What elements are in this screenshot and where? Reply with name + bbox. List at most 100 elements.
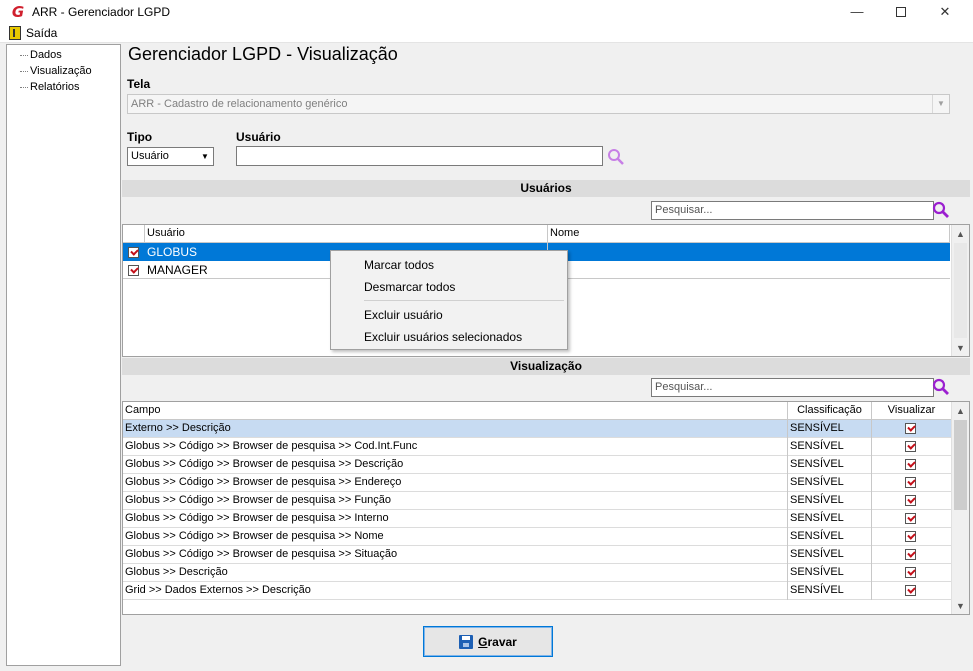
search-icon[interactable] bbox=[606, 148, 626, 166]
campo-cell: Globus >> Código >> Browser de pesquisa … bbox=[123, 546, 788, 564]
minimize-button[interactable]: — bbox=[834, 0, 880, 23]
chevron-down-icon[interactable]: ▼ bbox=[197, 148, 213, 165]
context-menu-item-excluir-usuario[interactable]: Excluir usuário bbox=[364, 305, 443, 325]
table-row[interactable]: Globus >> Código >> Browser de pesquisa … bbox=[123, 456, 952, 474]
page-title: Gerenciador LGPD - Visualização bbox=[128, 44, 398, 64]
tree-item-dados[interactable]: Dados bbox=[7, 47, 120, 63]
campo-cell: Globus >> Descrição bbox=[123, 564, 788, 582]
row-checkbox[interactable] bbox=[128, 247, 139, 258]
classificacao-cell: SENSÍVEL bbox=[788, 582, 872, 600]
maximize-button[interactable] bbox=[878, 0, 924, 23]
tipo-select[interactable]: Usuário ▼ bbox=[127, 147, 214, 166]
tela-label: Tela bbox=[127, 77, 151, 91]
users-section-header: Usuários bbox=[122, 180, 970, 197]
fields-vertical-scrollbar[interactable]: ▲ ▼ bbox=[951, 402, 969, 614]
navigation-tree: Dados Visualização Relatórios bbox=[6, 44, 121, 666]
visualizar-checkbox[interactable] bbox=[905, 477, 916, 488]
table-row[interactable]: Externo >> Descrição SENSÍVEL bbox=[123, 420, 952, 438]
classificacao-cell: SENSÍVEL bbox=[788, 420, 872, 438]
save-button[interactable]: Gravar bbox=[423, 626, 553, 657]
scroll-down-icon[interactable]: ▼ bbox=[952, 339, 969, 356]
exit-door-icon[interactable] bbox=[9, 25, 21, 40]
users-search-input[interactable]: Pesquisar... bbox=[651, 201, 934, 220]
campo-cell: Globus >> Código >> Browser de pesquisa … bbox=[123, 456, 788, 474]
visualizar-cell bbox=[872, 456, 952, 474]
scroll-up-icon[interactable]: ▲ bbox=[952, 402, 969, 419]
table-row[interactable]: Globus >> Código >> Browser de pesquisa … bbox=[123, 528, 952, 546]
campo-cell: Globus >> Código >> Browser de pesquisa … bbox=[123, 492, 788, 510]
fields-search-input[interactable]: Pesquisar... bbox=[651, 378, 934, 397]
visualizar-cell bbox=[872, 564, 952, 582]
classificacao-cell: SENSÍVEL bbox=[788, 438, 872, 456]
search-icon[interactable] bbox=[931, 201, 951, 219]
menu-bar: Saída bbox=[0, 23, 973, 43]
campo-cell: Globus >> Código >> Browser de pesquisa … bbox=[123, 474, 788, 492]
table-row[interactable]: Globus >> Código >> Browser de pesquisa … bbox=[123, 474, 952, 492]
visualizar-checkbox[interactable] bbox=[905, 531, 916, 542]
campo-cell: Externo >> Descrição bbox=[123, 420, 788, 438]
table-row[interactable]: Grid >> Dados Externos >> Descrição SENS… bbox=[123, 582, 952, 600]
classificacao-cell: SENSÍVEL bbox=[788, 492, 872, 510]
campo-cell: Globus >> Código >> Browser de pesquisa … bbox=[123, 510, 788, 528]
visualizar-cell bbox=[872, 582, 952, 600]
table-row[interactable]: Globus >> Código >> Browser de pesquisa … bbox=[123, 438, 952, 456]
visualizar-checkbox[interactable] bbox=[905, 441, 916, 452]
visualizar-cell bbox=[872, 546, 952, 564]
visualizar-checkbox[interactable] bbox=[905, 495, 916, 506]
save-button-label: ravar bbox=[487, 634, 517, 649]
tree-item-relatorios[interactable]: Relatórios bbox=[7, 79, 120, 95]
context-menu-item-excluir-selecionados[interactable]: Excluir usuários selecionados bbox=[364, 327, 522, 347]
classificacao-cell: SENSÍVEL bbox=[788, 546, 872, 564]
tela-select[interactable]: ARR - Cadastro de relacionamento genéric… bbox=[127, 94, 950, 114]
floppy-disk-icon bbox=[459, 634, 474, 649]
visualizar-checkbox[interactable] bbox=[905, 459, 916, 470]
context-menu-item-desmarcar-todos[interactable]: Desmarcar todos bbox=[364, 277, 455, 297]
close-button[interactable]: ✕ bbox=[922, 0, 968, 23]
users-grid-header: Usuário Nome bbox=[123, 225, 950, 243]
column-header-nome[interactable]: Nome bbox=[548, 225, 950, 243]
fields-section-header: Visualização bbox=[122, 358, 970, 375]
visualizar-checkbox[interactable] bbox=[905, 567, 916, 578]
visualizar-cell bbox=[872, 528, 952, 546]
column-header-usuario[interactable]: Usuário bbox=[145, 225, 548, 243]
column-header-campo[interactable]: Campo bbox=[123, 402, 788, 420]
search-icon[interactable] bbox=[931, 378, 951, 396]
title-bar: G ARR - Gerenciador LGPD — ✕ bbox=[0, 0, 973, 23]
visualizar-cell bbox=[872, 420, 952, 438]
column-header-check bbox=[123, 225, 145, 243]
classificacao-cell: SENSÍVEL bbox=[788, 510, 872, 528]
visualizar-checkbox[interactable] bbox=[905, 513, 916, 524]
row-checkbox[interactable] bbox=[128, 265, 139, 276]
campo-cell: Grid >> Dados Externos >> Descrição bbox=[123, 582, 788, 600]
classificacao-cell: SENSÍVEL bbox=[788, 528, 872, 546]
visualizar-cell bbox=[872, 510, 952, 528]
table-row[interactable]: Globus >> Código >> Browser de pesquisa … bbox=[123, 492, 952, 510]
table-row[interactable]: Globus >> Código >> Browser de pesquisa … bbox=[123, 510, 952, 528]
column-header-classificacao[interactable]: Classificação bbox=[788, 402, 872, 420]
nome-cell bbox=[548, 261, 950, 279]
nome-cell bbox=[548, 243, 950, 261]
scroll-down-icon[interactable]: ▼ bbox=[952, 597, 969, 614]
chevron-down-icon[interactable]: ▼ bbox=[932, 95, 949, 113]
usuario-label: Usuário bbox=[236, 130, 281, 144]
visualizar-checkbox[interactable] bbox=[905, 549, 916, 560]
column-header-visualizar[interactable]: Visualizar bbox=[872, 402, 952, 420]
campo-cell: Globus >> Código >> Browser de pesquisa … bbox=[123, 438, 788, 456]
fields-grid: Campo Classificação Visualizar Externo >… bbox=[122, 401, 970, 615]
scroll-up-icon[interactable]: ▲ bbox=[952, 225, 969, 242]
visualizar-cell bbox=[872, 438, 952, 456]
visualizar-checkbox[interactable] bbox=[905, 585, 916, 596]
tipo-label: Tipo bbox=[127, 130, 153, 144]
menu-item-exit[interactable]: Saída bbox=[26, 26, 57, 40]
scroll-track[interactable] bbox=[954, 243, 967, 338]
tree-item-visualizacao[interactable]: Visualização bbox=[7, 63, 120, 79]
context-menu-item-marcar-todos[interactable]: Marcar todos bbox=[364, 255, 434, 275]
table-row[interactable]: Globus >> Descrição SENSÍVEL bbox=[123, 564, 952, 582]
context-menu-separator bbox=[364, 300, 564, 301]
users-vertical-scrollbar[interactable]: ▲ ▼ bbox=[951, 225, 969, 356]
usuario-input[interactable] bbox=[236, 146, 603, 166]
visualizar-checkbox[interactable] bbox=[905, 423, 916, 434]
maximize-icon bbox=[896, 6, 906, 17]
scroll-thumb[interactable] bbox=[954, 420, 967, 510]
table-row[interactable]: Globus >> Código >> Browser de pesquisa … bbox=[123, 546, 952, 564]
